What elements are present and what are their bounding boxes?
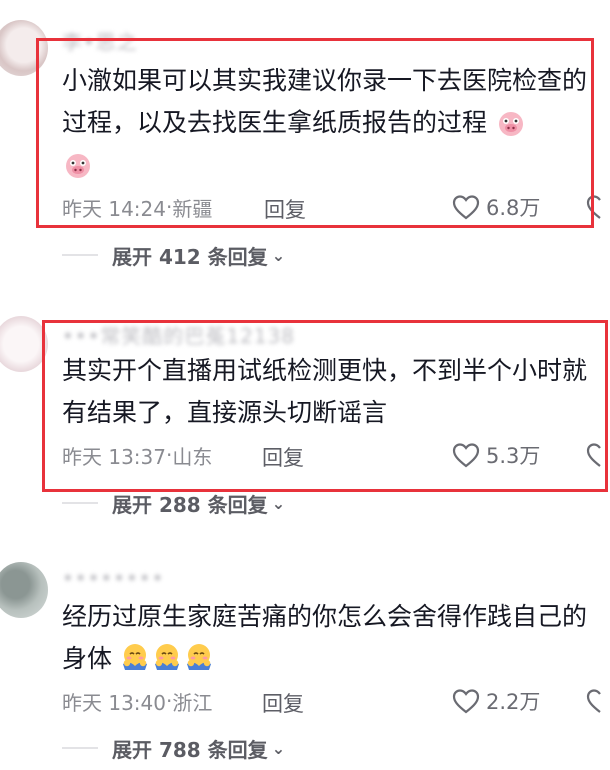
hug-emoji — [152, 642, 182, 672]
comment-text: 经历过原生家庭苦痛的你怎么会舍得作践自己的身体 — [62, 596, 602, 680]
highlight-box — [42, 320, 608, 492]
expand-replies-label: 展开 788 条回复 — [112, 737, 268, 762]
divider-line — [62, 747, 98, 749]
hug-emoji — [184, 642, 214, 672]
expand-replies-label: 展开 412 条回复 — [112, 244, 268, 269]
reply-button[interactable]: 回复 — [262, 688, 304, 718]
divider-line — [62, 254, 98, 256]
chevron-down-icon: ⌄ — [271, 738, 286, 758]
avatar[interactable] — [0, 562, 48, 618]
heart-icon — [452, 689, 480, 714]
expand-replies[interactable]: 展开 412 条回复 ⌄ — [62, 240, 285, 270]
like-button[interactable]: 2.2万 — [452, 686, 540, 716]
highlight-box — [36, 38, 594, 228]
username[interactable]: •••••••• — [62, 566, 164, 590]
chevron-down-icon: ⌄ — [271, 245, 286, 265]
comment-meta: 昨天 13:40 · 浙江 — [62, 686, 212, 716]
expand-replies-label: 展开 288 条回复 — [112, 492, 268, 517]
like-count: 2.2万 — [486, 690, 541, 714]
avatar[interactable] — [0, 316, 48, 372]
broken-heart-icon[interactable] — [586, 688, 610, 714]
timestamp: 昨天 13:40 — [62, 690, 166, 715]
location: 浙江 — [172, 690, 213, 715]
chevron-down-icon: ⌄ — [271, 493, 286, 513]
divider-line — [62, 502, 98, 504]
expand-replies[interactable]: 展开 788 条回复 ⌄ — [62, 733, 285, 763]
expand-replies[interactable]: 展开 288 条回复 ⌄ — [62, 488, 285, 518]
hug-emoji — [120, 642, 150, 672]
